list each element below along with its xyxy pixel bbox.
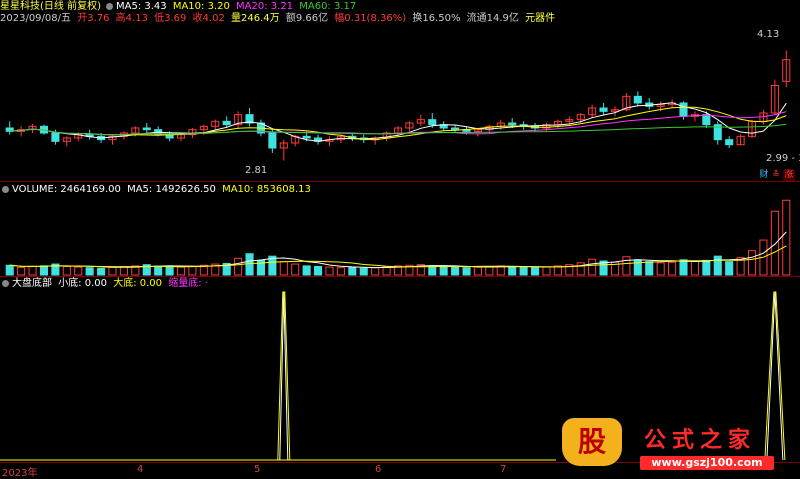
volume-ma10-line	[9, 245, 787, 268]
x-axis-label-jun: 6	[375, 464, 382, 475]
watermark: 股 公式之家 www.gszj100.com	[552, 418, 792, 474]
candle-body	[302, 135, 311, 139]
volume-bar	[108, 266, 117, 276]
volume-bar	[656, 262, 665, 276]
volume-pane	[5, 199, 791, 276]
candle-body	[508, 122, 517, 126]
moving-averages	[9, 102, 787, 142]
volume-bar	[428, 265, 437, 276]
volume-bar	[702, 259, 711, 276]
volume-bar	[17, 266, 26, 276]
volume-bar	[336, 267, 345, 276]
volume-bar	[325, 266, 334, 276]
volume-bar	[165, 265, 174, 276]
volume-bar	[439, 265, 448, 276]
volume-bar	[679, 259, 688, 276]
volume-bar	[314, 265, 323, 276]
volume-bar	[531, 267, 540, 276]
candle-body	[725, 139, 734, 146]
limit-up-badge[interactable]: 涨	[783, 170, 795, 181]
volume-bar	[473, 266, 482, 276]
volume-bar	[5, 264, 14, 276]
watermark-title: 公式之家	[644, 428, 757, 453]
volume-bar	[747, 250, 757, 276]
volume-bar	[451, 266, 460, 276]
volume-bar	[519, 266, 528, 276]
candle-body	[268, 132, 277, 149]
small-bottom-spike	[279, 291, 289, 461]
volume-bar	[291, 263, 300, 276]
price-pane	[5, 50, 791, 161]
candle-body	[702, 114, 711, 126]
volume-bar	[371, 267, 380, 276]
volume-bar	[302, 265, 311, 276]
candle-body	[428, 119, 437, 126]
volume-bar	[462, 267, 471, 276]
volume-bar	[97, 267, 106, 276]
candle-body	[679, 102, 688, 117]
volume-bar	[576, 262, 585, 276]
x-axis-label-apr: 4	[137, 464, 144, 475]
volume-bar	[690, 260, 699, 276]
volume-bar	[39, 265, 49, 276]
volume-bar	[668, 261, 677, 276]
candle-body	[142, 127, 151, 131]
volume-bar	[645, 261, 654, 276]
volume-bar	[188, 265, 197, 276]
volume-bar	[74, 266, 83, 276]
x-axis-label-may: 5	[254, 464, 261, 475]
volume-bar	[622, 256, 631, 276]
event-badge[interactable]: ≛	[770, 170, 782, 181]
x-axis-label-jul: 7	[500, 464, 507, 475]
volume-bar	[508, 265, 517, 276]
volume-bar	[234, 257, 243, 276]
candle-body	[599, 107, 608, 112]
volume-bar	[359, 267, 368, 276]
candle-body	[451, 127, 460, 131]
volume-bar	[176, 266, 186, 276]
volume-bar	[154, 265, 163, 276]
volume-bar	[245, 253, 254, 276]
watermark-site: www.gszj100.com	[640, 456, 774, 470]
volume-bar	[770, 210, 779, 276]
candle-body	[51, 132, 60, 142]
finance-badge[interactable]: 财	[758, 170, 770, 181]
volume-bar	[28, 265, 37, 276]
candle-body	[222, 120, 231, 126]
volume-bar	[542, 266, 551, 276]
volume-bar	[485, 265, 494, 276]
big-bottom-spike	[277, 291, 291, 461]
candle-body	[633, 95, 642, 104]
volume-bar	[62, 265, 71, 276]
volume-bar	[713, 255, 722, 276]
low-price-label: 2.81	[245, 165, 268, 176]
high-price-label: 4.13	[757, 29, 780, 40]
watermark-logo: 股	[562, 418, 622, 466]
volume-bar	[348, 266, 357, 276]
volume-bar	[782, 199, 791, 276]
volume-bar	[85, 267, 94, 276]
volume-bar	[588, 258, 597, 276]
candlestick-chart[interactable]	[0, 0, 800, 477]
volume-bar	[725, 261, 734, 276]
range-price-label: 2.99 - 3	[766, 153, 800, 164]
volume-bar	[279, 261, 288, 276]
